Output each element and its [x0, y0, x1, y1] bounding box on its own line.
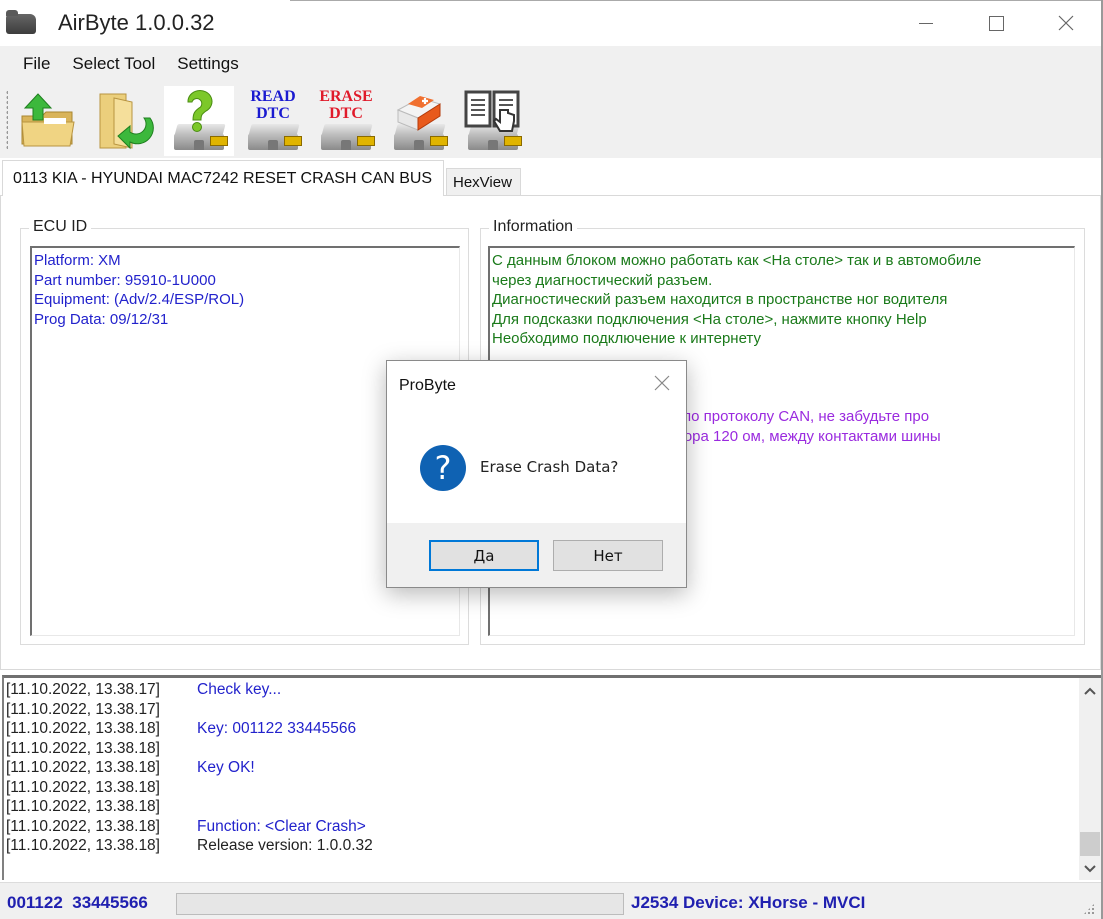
log-row: [11.10.2022, 13.38.17] Check key... — [6, 680, 1076, 700]
log-message — [196, 797, 197, 817]
status-key: 001122 33445566 — [7, 893, 148, 912]
menu-file[interactable]: File — [12, 50, 61, 78]
ecu-id-line: Platform: XM — [34, 252, 121, 269]
save-file-button[interactable] — [90, 86, 160, 156]
resize-grip[interactable] — [1083, 903, 1095, 915]
maximize-icon — [988, 15, 1004, 31]
ecu-id-line: Prog Data: 09/12/31 — [34, 310, 169, 328]
progress-bar — [176, 893, 624, 915]
tab-strip: 0113 KIA - HYUNDAI MAC7242 RESET CRASH C… — [0, 160, 1101, 196]
log-timestamp: [11.10.2022, 13.38.18] — [6, 798, 160, 815]
folder-upload-icon — [21, 93, 75, 147]
open-file-button[interactable] — [14, 86, 84, 156]
read-dtc-button[interactable]: READ DTC — [238, 86, 308, 156]
eraser-icon — [396, 96, 442, 131]
log-row: [11.10.2022, 13.38.18] Release version: 1… — [6, 836, 1076, 856]
menu-bar: File Select Tool Settings — [0, 46, 1101, 82]
toolbar: READ DTC ERASE DTC — [0, 82, 1101, 158]
log-row: [11.10.2022, 13.38.18] Key OK! — [6, 758, 1076, 778]
app-icon — [6, 10, 36, 34]
no-button[interactable]: Нет — [553, 540, 663, 571]
close-icon — [654, 375, 670, 391]
log-row: [11.10.2022, 13.38.18] — [6, 797, 1076, 817]
erase-dtc-button[interactable]: ERASE DTC — [311, 86, 381, 156]
title-bar: AirByte 1.0.0.32 — [0, 0, 1103, 46]
minimize-icon — [919, 22, 933, 24]
log-row: [11.10.2022, 13.38.18] — [6, 739, 1076, 759]
window-title: AirByte 1.0.0.32 — [58, 10, 215, 35]
log-row: [11.10.2022, 13.38.18] Function: <Clear C… — [6, 817, 1076, 837]
question-mark-icon — [187, 89, 213, 132]
close-button[interactable] — [1033, 0, 1099, 46]
info-line: Необходимо подключение к интернету — [492, 330, 761, 348]
toolbar-grip[interactable] — [6, 90, 8, 150]
log-message — [196, 778, 197, 798]
log-timestamp: [11.10.2022, 13.38.18] — [6, 817, 160, 835]
folder-arrow-icon — [99, 93, 154, 150]
ecu-icon — [319, 124, 375, 150]
log-message: Release version: 1.0.0.32 — [197, 837, 373, 854]
scroll-down-button[interactable] — [1079, 858, 1101, 880]
question-icon: ? — [420, 445, 466, 491]
minimize-button[interactable] — [893, 0, 959, 46]
log-timestamp: [11.10.2022, 13.38.18] — [6, 720, 160, 737]
log-row: [11.10.2022, 13.38.18] — [6, 778, 1076, 798]
scroll-up-button[interactable] — [1079, 680, 1101, 702]
chevron-down-icon — [1084, 865, 1096, 873]
log-row: [11.10.2022, 13.38.18] Key: 001122 334455… — [6, 719, 1076, 739]
yes-button[interactable]: Да — [429, 540, 539, 571]
chevron-up-icon — [1084, 687, 1096, 695]
status-device: J2534 Device: XHorse - MVCI — [631, 893, 866, 912]
ecu-icon — [246, 124, 302, 150]
log-timestamp: [11.10.2022, 13.38.18] — [6, 759, 160, 776]
ecu-id-label: ECU ID — [29, 218, 92, 236]
dialog-message: Erase Crash Data? — [480, 458, 619, 476]
log-list: [11.10.2022, 13.38.17] Check key... [11.1… — [6, 680, 1076, 856]
log-timestamp: [11.10.2022, 13.38.17] — [6, 700, 160, 718]
log-scrollbar[interactable] — [1079, 678, 1101, 880]
erase-crash-button[interactable] — [384, 86, 454, 156]
log-message: Key: 001122 33445566 — [197, 720, 357, 737]
info-line: Диагностический разъем находится в прост… — [492, 291, 948, 309]
confirm-dialog: ProByte ? Erase Crash Data? Да Нет — [386, 360, 687, 588]
info-line: через диагностический разъем. — [492, 271, 713, 289]
tab-reset-crash[interactable]: 0113 KIA - HYUNDAI MAC7242 RESET CRASH C… — [2, 160, 444, 196]
log-row: [11.10.2022, 13.38.17] — [6, 700, 1076, 720]
status-bar: 001122 33445566 J2534 Device: XHorse - M… — [0, 882, 1101, 919]
ecu-id-line: Part number: 95910-1U000 — [34, 271, 216, 289]
identify-ecu-button[interactable] — [164, 86, 234, 156]
log-message: Check key... — [197, 681, 282, 698]
log-message: Key OK! — [197, 759, 255, 776]
help-manual-button[interactable] — [458, 86, 528, 156]
log-timestamp: [11.10.2022, 13.38.18] — [6, 837, 160, 854]
info-line: Для подсказки подключения <На столе>, на… — [492, 310, 927, 328]
dialog-close-button[interactable] — [650, 371, 674, 395]
log-message — [196, 700, 197, 720]
information-label: Information — [489, 218, 578, 236]
log-timestamp: [11.10.2022, 13.38.18] — [6, 739, 160, 757]
dialog-footer: Да Нет — [387, 523, 686, 587]
log-panel[interactable]: [11.10.2022, 13.38.17] Check key... [11.1… — [2, 675, 1101, 880]
tab-hexview[interactable]: HexView — [446, 168, 521, 196]
scroll-thumb[interactable] — [1080, 832, 1100, 856]
log-message — [196, 739, 197, 759]
book-hand-icon — [464, 90, 520, 132]
menu-select-tool[interactable]: Select Tool — [61, 50, 166, 78]
log-timestamp: [11.10.2022, 13.38.17] — [6, 681, 160, 698]
log-timestamp: [11.10.2022, 13.38.18] — [6, 778, 160, 796]
maximize-button[interactable] — [963, 0, 1029, 46]
log-message: Function: <Clear Crash> — [197, 817, 366, 835]
ecu-id-line: Equipment: (Adv/2.4/ESP/ROL) — [34, 291, 245, 309]
close-icon — [1058, 15, 1074, 31]
dialog-title: ProByte — [399, 377, 456, 394]
menu-settings[interactable]: Settings — [166, 50, 249, 78]
read-dtc-label: READ DTC — [250, 88, 296, 122]
erase-dtc-label: ERASE DTC — [319, 88, 373, 122]
info-line: С данным блоком можно работать как <На с… — [492, 252, 982, 269]
